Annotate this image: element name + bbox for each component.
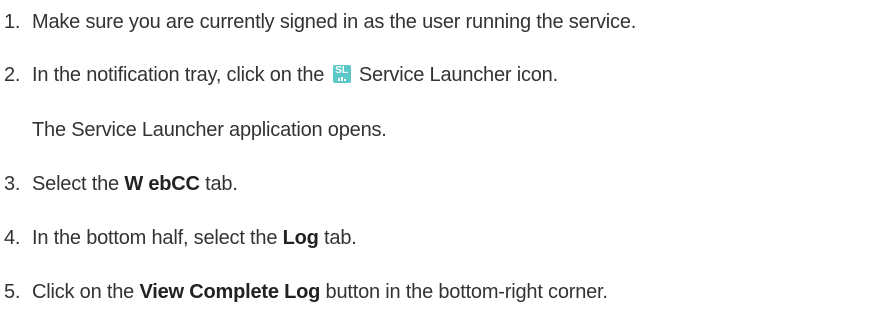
- step-number: 1.: [4, 11, 21, 33]
- step-1: 1. Make sure you are currently signed in …: [0, 10, 636, 34]
- step-text: Make sure you are currently signed in as…: [32, 11, 637, 33]
- service-launcher-icon: SL: [332, 65, 351, 83]
- instruction-steps: 1. Make sure you are currently signed in …: [0, 0, 869, 334]
- step-text: In the bottom half, select the: [32, 227, 278, 249]
- step-2-result: The Service Launcher application opens.: [0, 118, 387, 142]
- step-number: 3.: [4, 173, 21, 195]
- step-number: 4.: [4, 227, 21, 249]
- step-text: In the notification tray, click on the: [32, 64, 325, 86]
- step-number: 5.: [4, 281, 21, 303]
- step-text-after: tab.: [205, 173, 238, 195]
- step-result-text: The Service Launcher application opens.: [32, 119, 387, 141]
- tab-name-webcc: W ebCC: [124, 173, 200, 195]
- step-text-after: tab.: [324, 227, 357, 249]
- step-text: Click on the: [32, 281, 135, 303]
- step-2: 2. In the notification tray, click on the…: [0, 63, 558, 87]
- service-launcher-icon-label: SL: [335, 65, 348, 76]
- step-number: 2.: [4, 64, 21, 86]
- step-3: 3. Select the W ebCC tab.: [0, 172, 238, 196]
- button-name-view-complete-log: View Complete Log: [139, 281, 321, 303]
- step-text: Select the: [32, 173, 119, 195]
- bars-icon: [337, 77, 346, 81]
- step-text-after: button in the bottom-right corner.: [325, 281, 608, 303]
- tab-name-log: Log: [282, 227, 319, 249]
- step-4: 4. In the bottom half, select the Log tab…: [0, 226, 357, 250]
- step-5: 5. Click on the View Complete Log button …: [0, 280, 608, 304]
- step-text-after: Service Launcher icon.: [358, 64, 558, 86]
